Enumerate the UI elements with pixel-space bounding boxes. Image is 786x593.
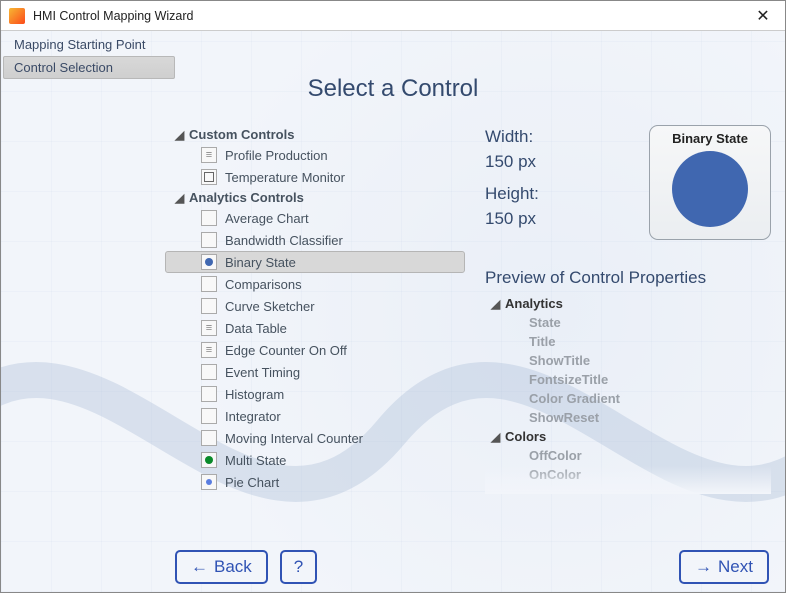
preview-title: Binary State [672, 131, 748, 146]
dimensions-row: Width: 150 px Height: 150 px Binary Stat… [485, 125, 771, 240]
prop-item-offcolor[interactable]: OffColor [485, 446, 771, 465]
help-label: ? [294, 557, 303, 577]
next-button[interactable]: → Next [679, 550, 769, 584]
tree-item-label: Profile Production [225, 148, 328, 163]
integrator-icon [201, 408, 217, 424]
tree-item-label: Comparisons [225, 277, 302, 292]
close-button[interactable]: ✕ [741, 6, 785, 26]
tree-item-bandwidth-classifier[interactable]: Bandwidth Classifier [165, 229, 465, 251]
window: HMI Control Mapping Wizard ✕ Mapping Sta… [0, 0, 786, 593]
step-mapping-starting-point[interactable]: Mapping Starting Point [3, 33, 175, 56]
tree-item-label: Histogram [225, 387, 284, 402]
tree-item-label: Edge Counter On Off [225, 343, 347, 358]
tree-item-pie-chart[interactable]: Pie Chart [165, 471, 465, 493]
profile-production-icon [201, 147, 217, 163]
tree-item-label: Binary State [225, 255, 296, 270]
back-button[interactable]: ← Back [175, 550, 268, 584]
tree-item-label: Multi State [225, 453, 286, 468]
tree-group-label: Analytics Controls [189, 190, 304, 205]
prop-group-label: Analytics [505, 296, 563, 311]
temperature-monitor-icon [201, 169, 217, 185]
prop-group-analytics[interactable]: ◢ Analytics [485, 294, 771, 313]
width-value: 150 px [485, 150, 539, 175]
titlebar: HMI Control Mapping Wizard ✕ [1, 1, 785, 31]
dimension-labels: Width: 150 px Height: 150 px [485, 125, 539, 240]
help-button[interactable]: ? [280, 550, 317, 584]
tree-item-label: Temperature Monitor [225, 170, 345, 185]
tree-group-label: Custom Controls [189, 127, 294, 142]
tree-item-comparisons[interactable]: Comparisons [165, 273, 465, 295]
bandwidth-classifier-icon [201, 232, 217, 248]
body: Mapping Starting Point Control Selection… [1, 31, 785, 592]
control-tree[interactable]: ◢ Custom Controls Profile Production Tem… [165, 125, 465, 495]
event-timing-icon [201, 364, 217, 380]
tree-item-curve-sketcher[interactable]: Curve Sketcher [165, 295, 465, 317]
tree-item-temperature-monitor[interactable]: Temperature Monitor [165, 166, 465, 188]
multi-state-icon [201, 452, 217, 468]
wizard-steps: Mapping Starting Point Control Selection [3, 33, 175, 79]
tree-item-label: Moving Interval Counter [225, 431, 363, 446]
prop-item-colorgradient[interactable]: Color Gradient [485, 389, 771, 408]
chevron-down-icon: ◢ [491, 430, 505, 444]
tree-item-label: Pie Chart [225, 475, 279, 490]
arrow-right-icon: → [695, 557, 712, 577]
main-row: ◢ Custom Controls Profile Production Tem… [1, 125, 785, 495]
tree-item-edge-counter-on-off[interactable]: Edge Counter On Off [165, 339, 465, 361]
chevron-down-icon: ◢ [175, 191, 189, 205]
histogram-icon [201, 386, 217, 402]
tree-item-binary-state[interactable]: Binary State [165, 251, 465, 273]
comparisons-icon [201, 276, 217, 292]
window-title: HMI Control Mapping Wizard [33, 9, 741, 23]
tree-item-label: Curve Sketcher [225, 299, 315, 314]
prop-item-oncolor[interactable]: OnColor [485, 465, 771, 484]
chevron-down-icon: ◢ [175, 128, 189, 142]
page-heading: Select a Control [1, 75, 785, 103]
tree-item-histogram[interactable]: Histogram [165, 383, 465, 405]
prop-item-showreset[interactable]: ShowReset [485, 408, 771, 427]
preview-graphic [672, 151, 748, 227]
tree-item-multi-state[interactable]: Multi State [165, 449, 465, 471]
edge-counter-icon [201, 342, 217, 358]
prop-item-title[interactable]: Title [485, 332, 771, 351]
average-chart-icon [201, 210, 217, 226]
tree-group-custom-controls[interactable]: ◢ Custom Controls [165, 125, 465, 144]
tree-item-integrator[interactable]: Integrator [165, 405, 465, 427]
next-label: Next [718, 557, 753, 577]
tree-group-analytics-controls[interactable]: ◢ Analytics Controls [165, 188, 465, 207]
height-value: 150 px [485, 207, 539, 232]
footer: ← Back ? → Next [1, 550, 785, 584]
arrow-left-icon: ← [191, 557, 208, 577]
tree-item-event-timing[interactable]: Event Timing [165, 361, 465, 383]
tree-item-average-chart[interactable]: Average Chart [165, 207, 465, 229]
prop-item-fontsizetitle[interactable]: FontsizeTitle [485, 370, 771, 389]
right-column: Width: 150 px Height: 150 px Binary Stat… [485, 125, 785, 495]
properties-tree[interactable]: ◢ Analytics State Title ShowTitle Fontsi… [485, 294, 771, 494]
prop-group-label: Colors [505, 429, 546, 444]
preview-box: Binary State [649, 125, 771, 240]
width-label: Width: [485, 125, 539, 150]
tree-item-label: Average Chart [225, 211, 309, 226]
step-control-selection[interactable]: Control Selection [3, 56, 175, 79]
tree-item-moving-interval-counter[interactable]: Moving Interval Counter [165, 427, 465, 449]
tree-item-profile-production[interactable]: Profile Production [165, 144, 465, 166]
tree-item-label: Integrator [225, 409, 281, 424]
binary-state-icon [201, 254, 217, 270]
tree-item-data-table[interactable]: Data Table [165, 317, 465, 339]
chevron-down-icon: ◢ [491, 297, 505, 311]
tree-item-label: Bandwidth Classifier [225, 233, 343, 248]
properties-header: Preview of Control Properties [485, 268, 771, 288]
content: Select a Control ◢ Custom Controls Profi… [1, 31, 785, 592]
moving-interval-counter-icon [201, 430, 217, 446]
data-table-icon [201, 320, 217, 336]
curve-sketcher-icon [201, 298, 217, 314]
prop-group-colors[interactable]: ◢ Colors [485, 427, 771, 446]
app-icon [9, 8, 25, 24]
pie-chart-icon [201, 474, 217, 490]
back-label: Back [214, 557, 252, 577]
prop-item-showtitle[interactable]: ShowTitle [485, 351, 771, 370]
tree-item-label: Event Timing [225, 365, 300, 380]
tree-item-label: Data Table [225, 321, 287, 336]
prop-item-state[interactable]: State [485, 313, 771, 332]
height-label: Height: [485, 182, 539, 207]
